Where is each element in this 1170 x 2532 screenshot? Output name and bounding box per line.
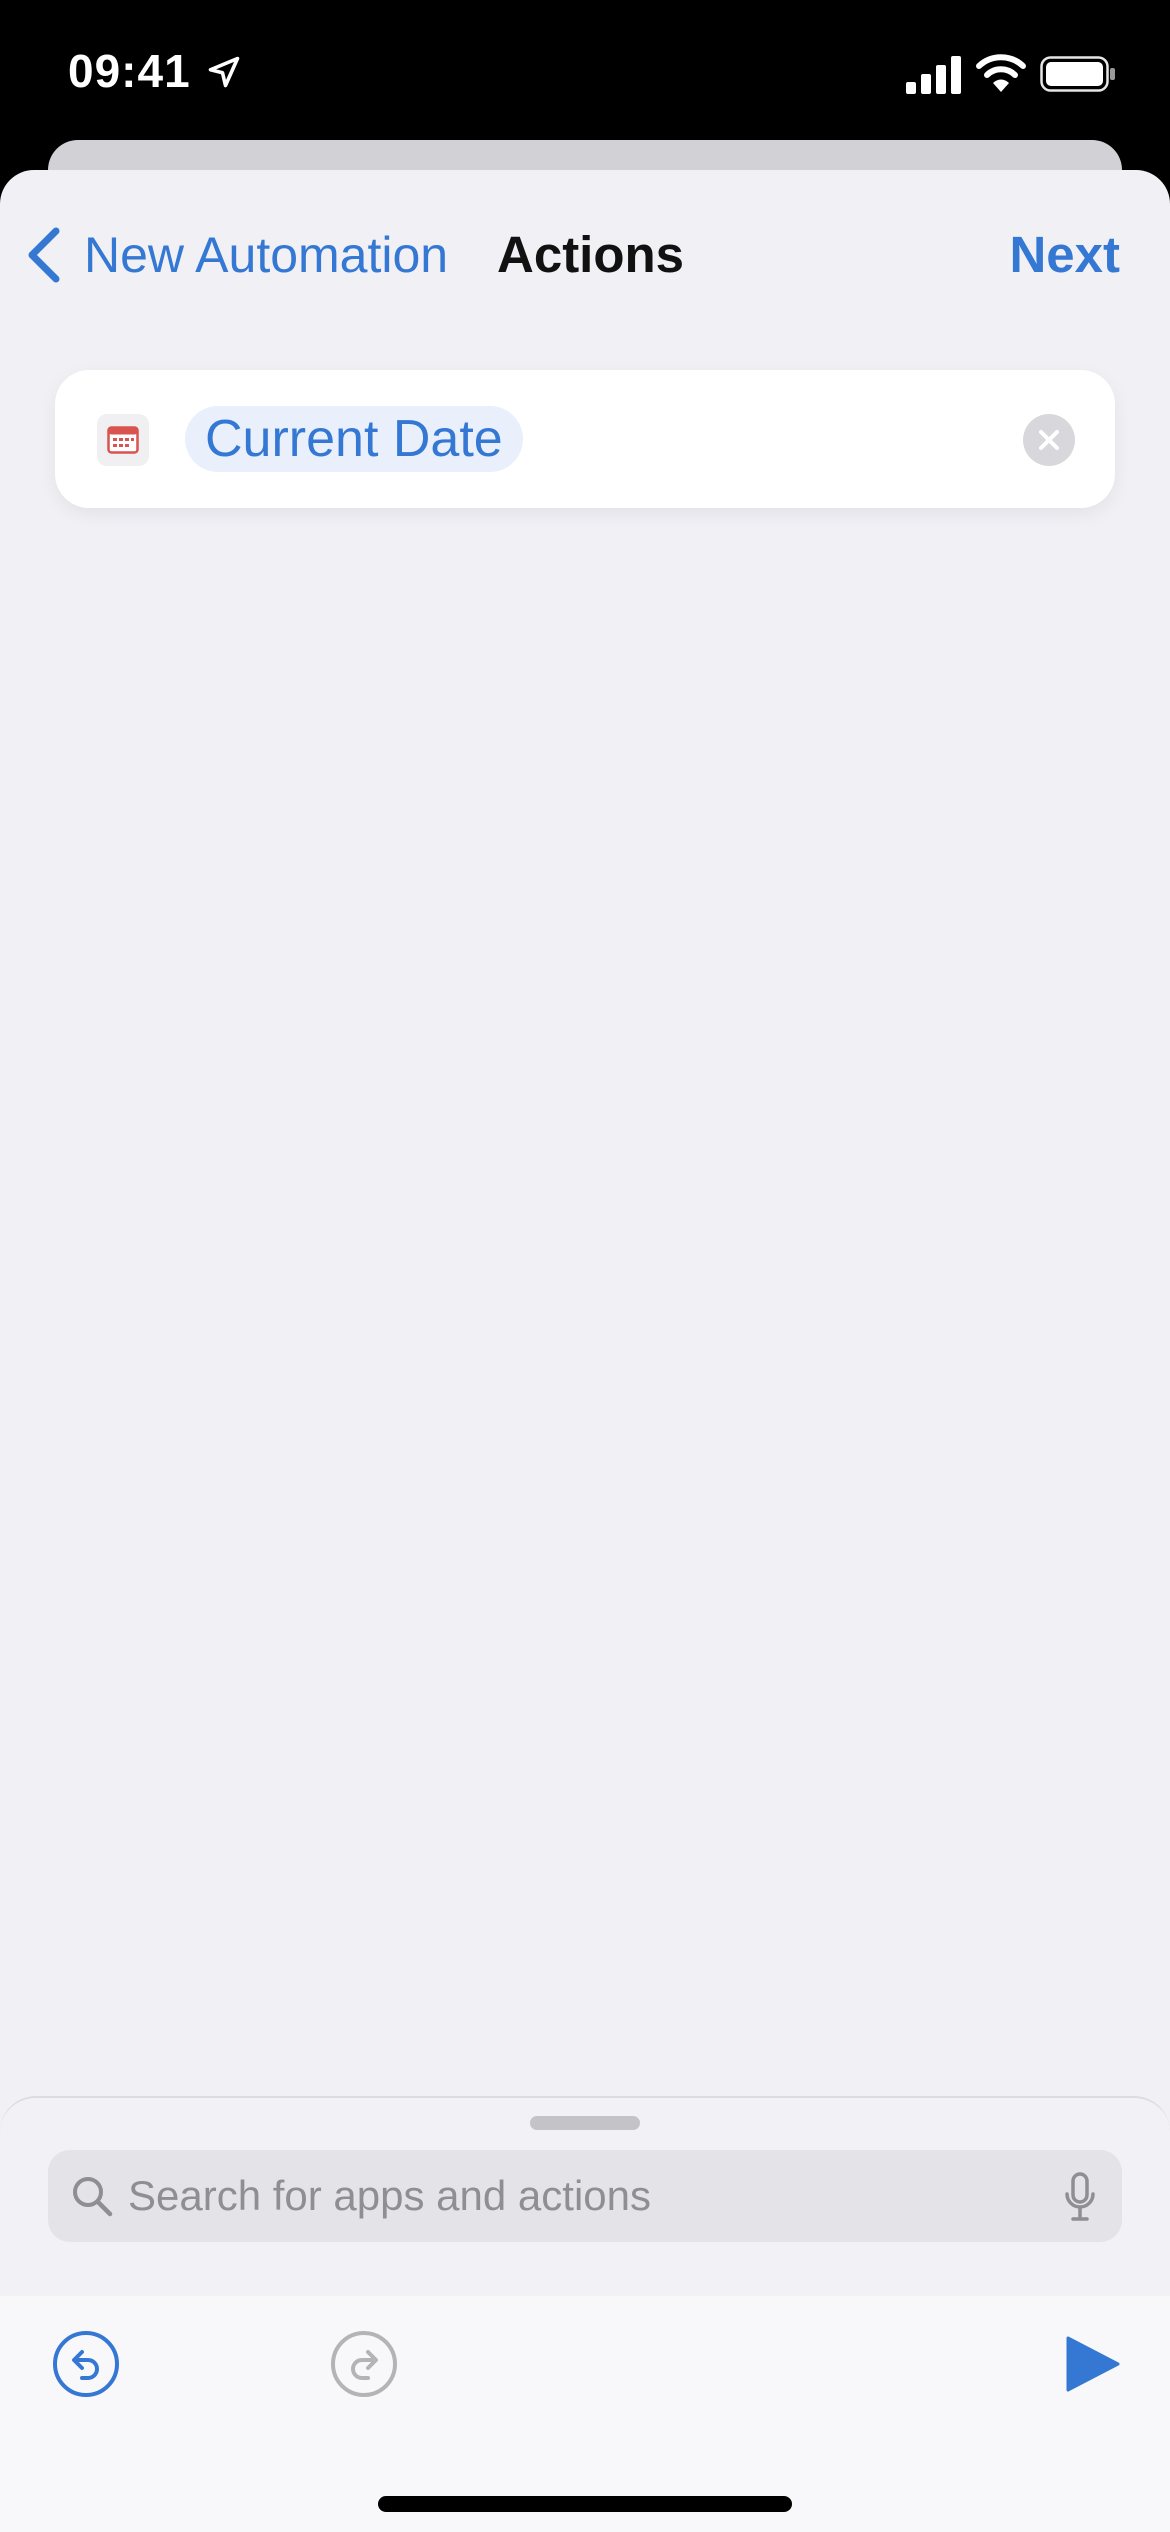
cellular-signal-icon [906,56,961,94]
battery-icon [1040,56,1115,92]
play-icon[interactable] [1062,2334,1122,2394]
chevron-left-icon [28,227,60,283]
back-button[interactable]: New Automation [24,220,448,290]
clear-icon [1039,430,1059,450]
calendar-icon [97,414,149,466]
microphone-icon[interactable] [1064,2172,1096,2222]
next-button[interactable]: Next [1009,220,1120,290]
drawer-grabber[interactable] [530,2116,640,2130]
home-indicator [378,2496,792,2512]
back-button-label: New Automation [84,227,449,283]
search-field[interactable] [48,2150,1122,2242]
action-search-drawer [0,2096,1170,2296]
undo-icon[interactable] [52,2330,120,2398]
location-arrow-icon [208,56,240,88]
search-icon [73,2177,113,2217]
wifi-icon [976,54,1026,92]
page-title: Actions [497,226,685,283]
current-date-token[interactable]: Current Date [185,406,523,472]
search-input[interactable] [128,2150,1028,2242]
status-time: 09:41 [68,45,191,97]
remove-action-button[interactable] [1023,414,1075,466]
action-card[interactable]: Current Date [55,370,1115,508]
status-bar: 09:41 [0,0,1170,140]
redo-icon[interactable] [330,2330,398,2398]
editor-toolbar [0,2296,1170,2532]
